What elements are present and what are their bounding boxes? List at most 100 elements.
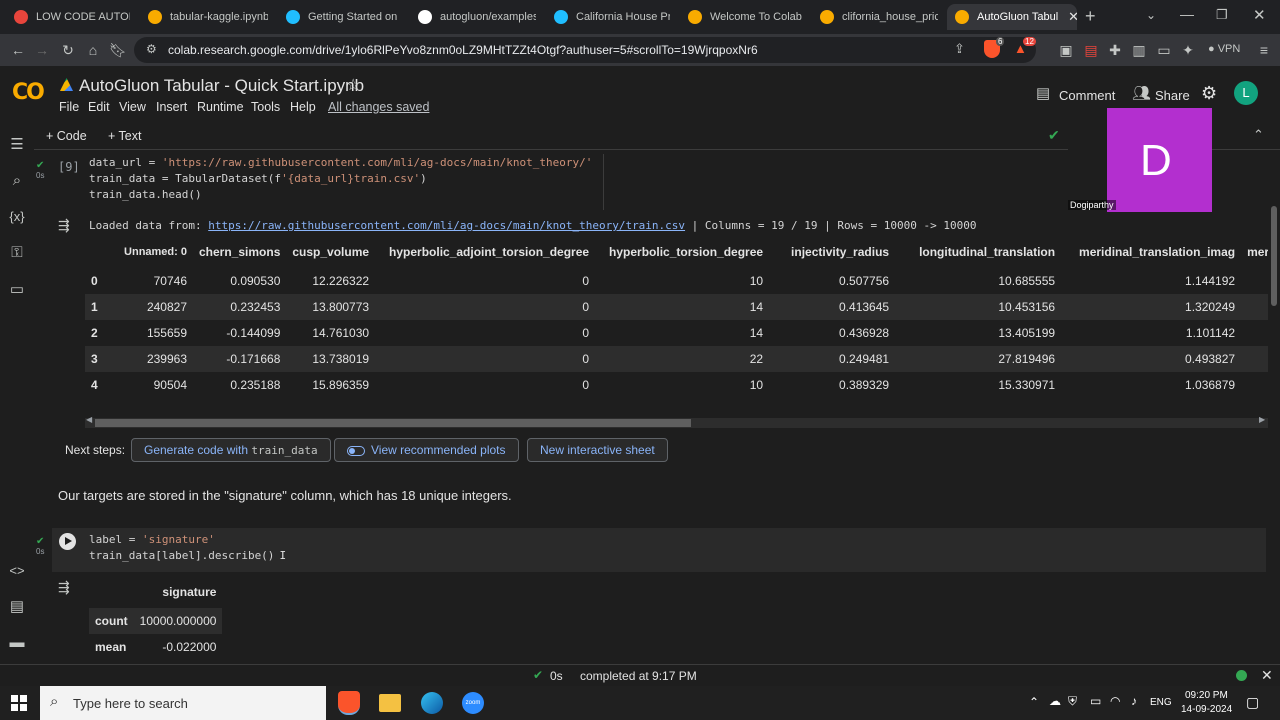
home-icon[interactable]: ⌂ — [83, 40, 103, 60]
browser-menu-icon[interactable]: ≡ — [1254, 40, 1274, 60]
video-call-tile[interactable]: D Dogiparthy — [1068, 108, 1212, 212]
output-url-link[interactable]: https://raw.githubusercontent.com/mli/ag… — [208, 219, 685, 232]
brave-browser-icon[interactable] — [338, 691, 360, 715]
menu-tools[interactable]: Tools — [251, 100, 280, 114]
browser-tab[interactable]: California House Pric — [546, 4, 670, 30]
table-header-cell — [85, 236, 115, 268]
network-icon[interactable]: ☁ — [1049, 694, 1061, 708]
code-cell-1[interactable]: data_url = 'https://raw.githubuserconten… — [84, 154, 604, 210]
output-toggle-icon[interactable]: ⇶ — [58, 217, 70, 234]
terminal-icon[interactable]: ▬ — [6, 632, 28, 654]
language-indicator[interactable]: ENG — [1150, 697, 1172, 708]
address-bar[interactable]: ⚙ colab.research.google.com/drive/1ylo6R… — [134, 37, 1036, 63]
menu-view[interactable]: View — [119, 100, 146, 114]
tab-search-icon[interactable]: ⌄ — [1146, 8, 1156, 22]
maximize-button[interactable]: ❐ — [1216, 7, 1228, 23]
colab-logo[interactable]: CO — [12, 80, 45, 105]
wallet-icon[interactable]: ▭ — [1154, 40, 1174, 60]
close-window-button[interactable]: ✕ — [1253, 6, 1266, 24]
volume-icon[interactable]: ♪ — [1131, 694, 1137, 708]
share-button[interactable]: Share — [1155, 88, 1190, 103]
menu-runtime[interactable]: Runtime — [197, 100, 244, 114]
bookmark-icon[interactable]: 🔖︎ — [108, 40, 128, 60]
browser-tab[interactable]: Getting Started on Ka — [278, 4, 400, 30]
menu-insert[interactable]: Insert — [156, 100, 187, 114]
battery-icon[interactable]: ▭ — [1090, 694, 1101, 708]
zoom-icon[interactable]: zoom — [462, 692, 484, 714]
tab-label: LOW CODE AUTOMI — [36, 11, 130, 23]
runtime-status-dot — [1236, 670, 1247, 681]
collapse-toolbar-icon[interactable]: ⌃ — [1253, 127, 1264, 143]
forward-icon[interactable]: → — [32, 40, 52, 60]
view-recommended-plots-chip[interactable]: View recommended plots — [334, 438, 519, 462]
file-explorer-icon[interactable] — [379, 694, 401, 712]
wifi-icon[interactable]: ◠ — [1110, 694, 1120, 708]
sidebar-toggle-icon[interactable]: ▥ — [1129, 40, 1149, 60]
browser-tab[interactable]: Welcome To Colab — [680, 4, 802, 30]
table-cell — [1241, 268, 1268, 294]
comment-button[interactable]: Comment — [1059, 88, 1115, 103]
browser-tab[interactable]: tabular-kaggle.ipynb — [140, 4, 268, 30]
notebook-scrollbar-thumb[interactable] — [1271, 206, 1277, 306]
files-folder-icon[interactable]: ▭ — [6, 279, 28, 301]
table-cell: 0.413645 — [769, 294, 896, 320]
minimize-button[interactable]: — — [1180, 6, 1194, 22]
notifications-icon[interactable]: ▢ — [1246, 694, 1259, 711]
tab-close-icon[interactable]: ✕ — [1068, 9, 1077, 25]
extension-icon[interactable]: ▣ — [1056, 40, 1076, 60]
edge-browser-icon[interactable] — [421, 692, 443, 714]
browser-tab[interactable]: clifornia_house_price — [812, 4, 938, 30]
notebook-title[interactable]: AutoGluon Tabular - Quick Start.ipynb — [79, 76, 364, 96]
avatar[interactable]: L — [1234, 81, 1258, 105]
taskbar-search-box[interactable]: ⌕ Type here to search — [40, 686, 326, 720]
table-row: 3 239963 -0.171668 13.738019 0 22 0.249481 27.8… — [85, 346, 1268, 372]
new-tab-button[interactable]: + — [1085, 6, 1096, 27]
windows-start-icon[interactable] — [11, 695, 27, 711]
variables-icon[interactable]: {x} — [6, 206, 28, 228]
security-icon[interactable]: ⛨ — [1068, 694, 1077, 709]
generate-code-chip[interactable]: Generate code with train_data — [131, 438, 331, 462]
scroll-left-arrow[interactable]: ◀ — [86, 415, 92, 424]
table-of-contents-icon[interactable]: ☰ — [6, 134, 28, 156]
scrollbar-thumb[interactable] — [95, 419, 691, 427]
clock-time[interactable]: 09:20 PM — [1185, 690, 1228, 701]
share-url-icon[interactable]: ⇪ — [954, 41, 965, 57]
command-palette-icon[interactable]: ▤ — [6, 596, 28, 618]
close-status-icon[interactable]: ✕ — [1261, 667, 1273, 684]
system-tray-chevron-icon[interactable]: ⌃ — [1029, 695, 1039, 709]
notebook-scrollbar[interactable] — [1268, 150, 1280, 664]
row-index: 1 — [85, 294, 115, 320]
star-icon[interactable]: ☆ — [346, 75, 360, 95]
menu-help[interactable]: Help — [290, 100, 316, 114]
add-text-button[interactable]: + Text — [108, 129, 141, 143]
browser-tab[interactable]: autogluon/examples — [410, 4, 536, 30]
run-cell-button[interactable] — [59, 533, 76, 550]
share-icon[interactable]: 👥︎ — [1132, 84, 1151, 102]
vpn-button[interactable]: ● VPN — [1208, 43, 1240, 55]
site-settings-icon[interactable]: ⚙ — [146, 42, 157, 56]
menu-edit[interactable]: Edit — [88, 100, 110, 114]
settings-icon[interactable]: ⚙ — [1201, 83, 1217, 104]
menu-file[interactable]: File — [59, 100, 79, 114]
table-cell: 15.330971 — [998, 378, 1056, 392]
ai-assistant-icon[interactable]: ✦ — [1178, 40, 1198, 60]
search-icon[interactable]: ⌕ — [6, 170, 28, 192]
save-status-link[interactable]: All changes saved — [328, 100, 429, 114]
code-snippets-icon[interactable]: <> — [6, 560, 28, 582]
scroll-right-arrow[interactable]: ▶ — [1259, 415, 1265, 424]
pdf-extension-icon[interactable]: ▤ — [1081, 40, 1101, 60]
back-icon[interactable]: ← — [8, 40, 28, 60]
browser-tab[interactable]: LOW CODE AUTOMI — [6, 4, 130, 30]
puzzle-icon[interactable]: ✚ — [1105, 40, 1125, 60]
table-row: count 10000.000000 — [89, 608, 223, 634]
secrets-key-icon[interactable]: ⚿ — [6, 242, 28, 264]
comment-icon[interactable]: ▤ — [1036, 84, 1050, 102]
clock-date[interactable]: 14-09-2024 — [1181, 704, 1232, 715]
add-code-button[interactable]: + Code — [46, 129, 87, 143]
browser-tab[interactable]: AutoGluon Tabul ✕ — [947, 4, 1077, 30]
output-toggle-icon[interactable]: ⇶ — [58, 579, 70, 596]
horizontal-scrollbar[interactable]: ◀ ▶ — [85, 415, 1268, 428]
new-interactive-sheet-chip[interactable]: New interactive sheet — [527, 438, 668, 462]
reload-icon[interactable]: ↻ — [58, 40, 78, 60]
code-cell-2[interactable]: label = 'signature' train_data[label].de… — [52, 528, 1266, 572]
